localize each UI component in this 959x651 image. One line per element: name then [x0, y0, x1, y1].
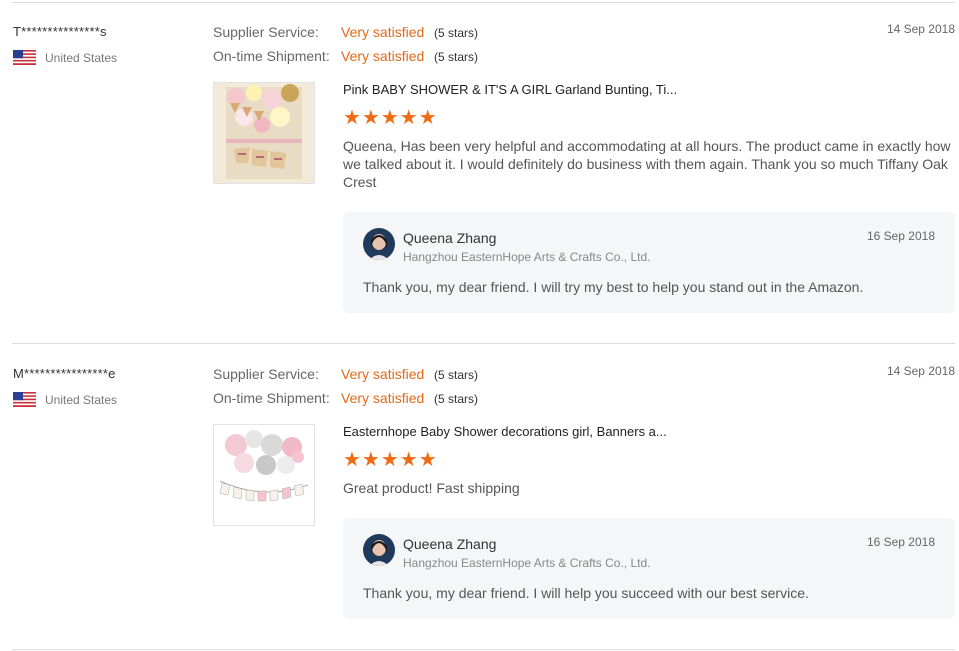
supplier-service-rating: Supplier Service: Very satisfied (5 star… [213, 366, 478, 382]
rating-value: Very satisfied [341, 48, 425, 64]
seller-name: Queena Zhang [403, 230, 497, 246]
shipment-rating: On-time Shipment: Very satisfied (5 star… [213, 390, 478, 406]
review-stars: ★★★★★ [343, 449, 438, 471]
reply-text: Thank you, my dear friend. I will try my… [363, 279, 864, 295]
rating-value: Very satisfied [341, 366, 425, 382]
us-flag-icon [13, 392, 36, 407]
rating-stars-text: (5 stars) [434, 392, 479, 406]
product-title-link[interactable]: Easternhope Baby Shower decorations girl… [343, 424, 667, 439]
rating-stars-text: (5 stars) [434, 50, 479, 64]
divider-bottom [12, 649, 955, 650]
buyer-country: United States [13, 50, 117, 65]
shipment-rating: On-time Shipment: Very satisfied (5 star… [213, 48, 478, 64]
country-label: United States [45, 392, 118, 407]
review-text: Great product! Fast shipping [343, 480, 520, 496]
rating-label: On-time Shipment: [213, 390, 330, 406]
seller-reply: Queena Zhang Hangzhou EasternHope Arts &… [343, 518, 955, 619]
reply-date: 16 Sep 2018 [866, 229, 935, 243]
divider-top [12, 2, 955, 3]
product-thumbnail[interactable] [213, 82, 315, 184]
seller-company: Hangzhou EasternHope Arts & Crafts Co., … [403, 250, 651, 264]
review-text: Queena, Has been very helpful and accomm… [343, 138, 951, 190]
rating-stars-text: (5 stars) [434, 26, 479, 40]
reply-text: Thank you, my dear friend. I will help y… [363, 585, 809, 601]
rating-label: Supplier Service: [213, 366, 319, 382]
seller-name: Queena Zhang [403, 536, 497, 552]
rating-value: Very satisfied [341, 390, 425, 406]
product-image [214, 425, 314, 525]
buyer-name: M****************e [13, 366, 116, 381]
review-stars: ★★★★★ [343, 107, 438, 129]
rating-stars-text: (5 stars) [434, 368, 479, 382]
rating-value: Very satisfied [341, 24, 425, 40]
review-date: 14 Sep 2018 [886, 22, 955, 36]
country-label: United States [45, 50, 118, 65]
rating-label: On-time Shipment: [213, 48, 330, 64]
seller-reply: Queena Zhang Hangzhou EasternHope Arts &… [343, 212, 955, 313]
supplier-service-rating: Supplier Service: Very satisfied (5 star… [213, 24, 478, 40]
avatar [363, 228, 395, 260]
product-image [214, 83, 314, 183]
review-date: 14 Sep 2018 [886, 364, 955, 378]
buyer-name: T***************s [13, 24, 107, 39]
rating-label: Supplier Service: [213, 24, 319, 40]
us-flag-icon [13, 50, 36, 65]
avatar [363, 534, 395, 566]
buyer-country: United States [13, 392, 117, 407]
product-thumbnail[interactable] [213, 424, 315, 526]
product-title-link[interactable]: Pink BABY SHOWER & IT'S A GIRL Garland B… [343, 82, 677, 97]
divider-middle [12, 343, 955, 344]
reply-date: 16 Sep 2018 [866, 535, 935, 549]
seller-company: Hangzhou EasternHope Arts & Crafts Co., … [403, 556, 651, 570]
